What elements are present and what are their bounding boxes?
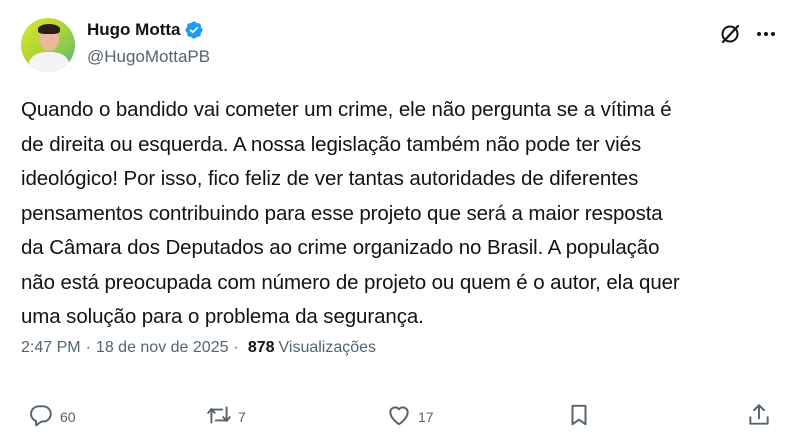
avatar-shirt <box>29 52 69 72</box>
grok-icon[interactable] <box>717 20 745 48</box>
tweet-meta: 2:47 PM · 18 de nov de 2025 · 878 Visual… <box>21 339 376 357</box>
more-icon[interactable] <box>752 20 780 48</box>
heart-icon <box>386 402 412 431</box>
bookmark-icon <box>566 402 592 431</box>
retweet-button[interactable]: 7 <box>206 402 246 431</box>
reply-button[interactable]: 60 <box>28 402 76 431</box>
like-count: 17 <box>418 408 434 425</box>
tweet-time[interactable]: 2:47 PM <box>21 339 81 357</box>
tweet-text: Quando o bandido vai cometer um crime, e… <box>21 98 680 328</box>
bookmark-button[interactable] <box>566 402 592 431</box>
author-display-name[interactable]: Hugo Motta <box>87 20 180 40</box>
meta-separator: · <box>233 339 239 356</box>
share-icon <box>746 402 772 431</box>
reply-count: 60 <box>60 408 76 425</box>
avatar[interactable] <box>21 18 75 72</box>
tweet-card: Hugo Motta @HugoMottaPB Quando o bandido… <box>0 0 800 444</box>
avatar-hair <box>38 24 60 34</box>
share-button[interactable] <box>746 402 772 431</box>
reply-icon <box>28 402 54 431</box>
views-count: 878 <box>247 339 275 356</box>
author-name-row: Hugo Motta <box>87 20 204 40</box>
retweet-count: 7 <box>238 408 246 425</box>
views-label: Visualizações <box>278 339 377 356</box>
verified-badge-icon[interactable] <box>184 20 204 40</box>
author-handle[interactable]: @HugoMottaPB <box>87 47 210 67</box>
like-button[interactable]: 17 <box>386 402 434 431</box>
retweet-icon <box>206 402 232 431</box>
tweet-date[interactable]: 18 de nov de 2025 <box>96 339 229 357</box>
meta-separator: · <box>85 339 91 356</box>
